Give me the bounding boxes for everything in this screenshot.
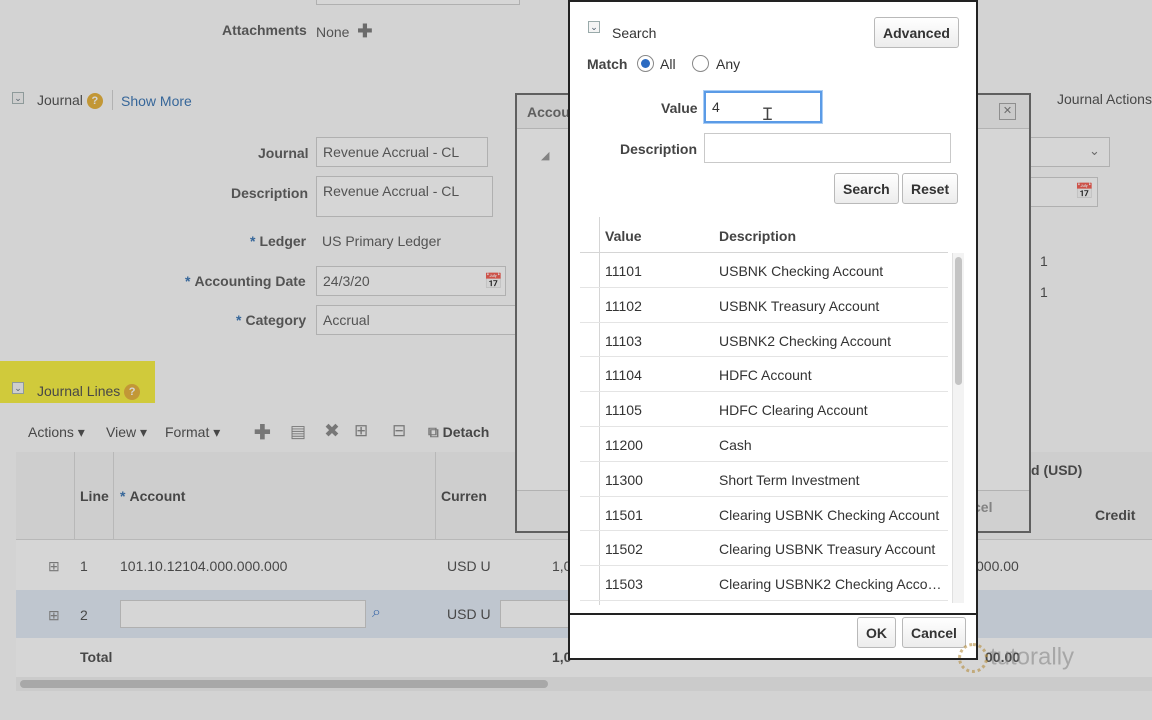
results-table-header: Value Description xyxy=(580,217,948,253)
row-description: Short Term Investment xyxy=(719,471,860,488)
table-row[interactable]: 11502 Clearing USBNK Treasury Account xyxy=(580,531,948,567)
row-description: HDFC Account xyxy=(719,367,812,384)
table-row[interactable]: 11104 HDFC Account xyxy=(580,357,948,393)
row-description: Clearing USBNK2 Checking Acco… xyxy=(719,576,942,593)
watermark: tutorally xyxy=(958,643,1074,673)
row-description: USBNK2 Checking Account xyxy=(719,332,891,349)
table-row[interactable]: 11105 HDFC Clearing Account xyxy=(580,392,948,427)
row-value: 11105 xyxy=(605,402,642,419)
table-row[interactable]: 11200 Cash xyxy=(580,427,948,462)
description-input[interactable] xyxy=(704,133,951,163)
row-description: Clearing USBNK Treasury Account xyxy=(719,541,936,558)
table-row[interactable]: 11101 USBNK Checking Account xyxy=(580,253,948,288)
watermark-logo-icon xyxy=(958,643,988,673)
match-any-radio[interactable] xyxy=(692,55,709,72)
match-any-label[interactable]: Any xyxy=(716,56,740,72)
row-value: 11103 xyxy=(605,332,642,349)
table-row[interactable]: 11102 USBNK Treasury Account xyxy=(580,288,948,323)
row-value: 11503 xyxy=(605,576,643,593)
row-description: Cash xyxy=(719,436,752,453)
search-collapse-icon[interactable]: ⌄ xyxy=(588,21,600,33)
row-value: 11104 xyxy=(605,367,642,384)
row-value: 11200 xyxy=(605,436,643,453)
advanced-button[interactable]: Advanced xyxy=(874,17,959,48)
row-description: USBNK Checking Account xyxy=(719,263,884,279)
scrollbar-thumb[interactable] xyxy=(955,257,962,385)
row-description: Clearing USBNK Checking Account xyxy=(719,506,940,523)
ok-button[interactable]: OK xyxy=(857,617,896,648)
row-value: 11300 xyxy=(605,471,643,488)
match-all-label[interactable]: All xyxy=(660,56,676,72)
results-rows: 11101 USBNK Checking Account 11102 USBNK T… xyxy=(580,253,948,601)
match-label: Match xyxy=(587,56,628,72)
search-button[interactable]: Search xyxy=(834,173,899,204)
row-description: HDFC Clearing Account xyxy=(719,402,868,419)
table-row[interactable]: 11103 USBNK2 Checking Account xyxy=(580,323,948,358)
row-value: 11502 xyxy=(605,541,643,558)
table-row[interactable]: 11503 Clearing USBNK2 Checking Acco… xyxy=(580,566,948,601)
results-scrollbar[interactable] xyxy=(952,253,964,603)
table-row[interactable]: 11300 Short Term Investment xyxy=(580,462,948,497)
col-header-value[interactable]: Value xyxy=(605,228,642,244)
col-header-description[interactable]: Description xyxy=(719,228,796,244)
reset-button[interactable]: Reset xyxy=(902,173,959,204)
row-value: 11101 xyxy=(605,263,642,279)
text-cursor-icon: Ｉ xyxy=(759,105,776,124)
results-table: Value Description 11101 USBNK Checking Ac… xyxy=(580,217,965,605)
row-value: 11501 xyxy=(605,506,643,523)
value-label: Value xyxy=(661,100,698,116)
row-description: USBNK Treasury Account xyxy=(719,297,880,314)
match-all-radio[interactable] xyxy=(637,55,654,72)
description-label: Description xyxy=(620,141,698,157)
row-value: 11102 xyxy=(605,297,642,314)
search-popup-content: ⌄ Search Advanced Match All Any Value Ｉ … xyxy=(0,0,1152,720)
popup-footer-divider xyxy=(570,613,976,615)
table-row[interactable]: 11501 Clearing USBNK Checking Account xyxy=(580,497,948,532)
cancel-button[interactable]: Cancel xyxy=(902,617,966,648)
search-title: Search xyxy=(612,25,657,41)
